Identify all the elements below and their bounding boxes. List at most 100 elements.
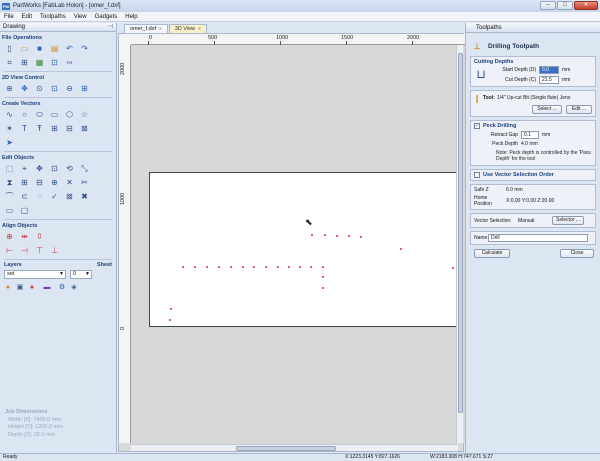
close-vector-icon[interactable]: ◌ <box>34 191 45 202</box>
draw-rectangle-icon[interactable]: ▭ <box>49 109 60 120</box>
fillet-icon[interactable]: ⊠ <box>79 123 90 134</box>
smooth-icon[interactable]: ⊂ <box>19 191 30 202</box>
open-file-icon[interactable]: ▭ <box>19 43 30 54</box>
drill-point[interactable] <box>452 267 454 269</box>
curve-fit-icon[interactable]: ➤ <box>4 137 15 148</box>
drill-point[interactable] <box>277 266 279 268</box>
fillet-edit-icon[interactable]: ⌒ <box>4 191 15 202</box>
tab-3d-view[interactable]: 3D View x <box>168 24 207 33</box>
delete-icon[interactable]: ✖ <box>79 191 90 202</box>
zoom-all-icon[interactable]: ⊕ <box>4 83 15 94</box>
zoom-material-icon[interactable]: ⊞ <box>79 83 90 94</box>
menu-file[interactable]: File <box>4 14 14 20</box>
redo-icon[interactable]: ↷ <box>79 43 90 54</box>
horizontal-scrollbar[interactable] <box>131 444 458 451</box>
drill-point[interactable] <box>194 266 196 268</box>
scroll-thumb[interactable] <box>458 53 463 413</box>
edit-tool-button[interactable]: Edit ... <box>566 105 592 114</box>
save-icon[interactable]: ■ <box>34 43 45 54</box>
drill-point[interactable] <box>336 235 338 237</box>
weld-icon[interactable]: ⊕ <box>49 177 60 188</box>
drill-point[interactable] <box>299 266 301 268</box>
job-setup-icon[interactable]: ⌗ <box>4 57 15 68</box>
drill-point[interactable] <box>230 266 232 268</box>
node-edit-icon[interactable]: ⌖ <box>19 163 30 174</box>
drill-point[interactable] <box>310 266 312 268</box>
check-icon[interactable]: ✓ <box>49 191 60 202</box>
drill-point[interactable] <box>360 236 362 238</box>
draw-polygon-icon[interactable]: ⬡ <box>64 109 75 120</box>
drill-point[interactable] <box>169 319 171 321</box>
menu-gadgets[interactable]: Gadgets <box>95 14 118 20</box>
zoom-in-icon[interactable]: ⊙ <box>34 83 45 94</box>
align-bottom-icon[interactable]: ⊥ <box>49 245 60 256</box>
draw-star-icon[interactable]: ☆ <box>79 109 90 120</box>
drill-point[interactable] <box>182 266 184 268</box>
trim-icon[interactable]: ✕ <box>64 177 75 188</box>
text-on-curve-icon[interactable]: Ŧ <box>34 123 45 134</box>
calculate-button[interactable]: Calculate <box>474 249 510 258</box>
select-tool-button[interactable]: Select ... <box>532 105 562 114</box>
mirror-icon[interactable]: ⧗ <box>4 177 15 188</box>
draw-arc-icon[interactable]: ✶ <box>4 123 15 134</box>
draw-ellipse-icon[interactable]: ⬭ <box>34 109 45 120</box>
join-icon[interactable]: ∾ <box>64 57 75 68</box>
menu-toolpaths[interactable]: Toolpaths <box>40 14 66 20</box>
lock-icon[interactable]: ▣ <box>16 282 24 293</box>
vector-order-checkbox[interactable] <box>474 172 480 178</box>
maximize-button[interactable]: □ <box>557 1 573 10</box>
align-right-icon[interactable]: ⊣ <box>19 245 30 256</box>
extend-icon[interactable]: ✂ <box>79 177 90 188</box>
start-depth-input[interactable]: 0.0 <box>539 66 559 74</box>
sheet-select[interactable]: 0 ▼ <box>70 270 92 279</box>
close-icon[interactable]: x <box>198 26 201 32</box>
layer-select[interactable]: set ▼ <box>4 270 66 279</box>
rotate-icon[interactable]: ⟲ <box>64 163 75 174</box>
array-icon[interactable]: ⊠ <box>64 191 75 202</box>
drill-point[interactable] <box>311 234 313 236</box>
drill-point[interactable] <box>170 308 172 310</box>
selector-button[interactable]: Selector ... <box>552 216 584 225</box>
cut-depth-input[interactable]: 21.5 <box>539 76 559 84</box>
drill-point[interactable] <box>322 276 324 278</box>
dimension-icon[interactable]: ⊞ <box>49 123 60 134</box>
drill-point[interactable] <box>400 248 402 250</box>
menu-edit[interactable]: Edit <box>22 14 32 20</box>
menu-view[interactable]: View <box>74 14 87 20</box>
drill-point[interactable] <box>218 266 220 268</box>
draw-line-icon[interactable]: ∿ <box>4 109 15 120</box>
zoom-out-icon[interactable]: ⊖ <box>64 83 75 94</box>
vertical-scrollbar[interactable] <box>456 45 463 443</box>
align-vertical-icon[interactable]: ⇳ <box>34 231 45 242</box>
tab-omer-dxf[interactable]: omer_f.dxf x <box>124 24 168 33</box>
draw-circle-icon[interactable]: ○ <box>19 109 30 120</box>
align-import-icon[interactable]: ⊞ <box>19 57 30 68</box>
retract-gap-input[interactable]: 0.1 <box>521 131 539 139</box>
sheet-add-icon[interactable]: ◈ <box>70 282 78 293</box>
drawing-view[interactable]: 0 500 1000 1500 2000 2000 1000 0 ⬉ <box>118 33 465 452</box>
layer-color-icon[interactable]: ● <box>28 282 36 293</box>
offset-icon[interactable]: ⊟ <box>64 123 75 134</box>
align-top-icon[interactable]: ⊤ <box>34 245 45 256</box>
boundary-icon[interactable]: ▢ <box>19 205 30 216</box>
drill-point[interactable] <box>324 234 326 236</box>
align-left-icon[interactable]: ⊢ <box>4 245 15 256</box>
close-button[interactable]: Close <box>560 249 594 258</box>
align-center-icon[interactable]: ⊕ <box>4 231 15 242</box>
set-size-icon[interactable]: ⊡ <box>49 163 60 174</box>
new-file-icon[interactable]: ▯ <box>4 43 15 54</box>
drawing-canvas[interactable]: ⬉ <box>131 45 465 443</box>
align-horizontal-icon[interactable]: ⇹ <box>19 231 30 242</box>
scroll-thumb[interactable] <box>236 446 336 451</box>
menu-help[interactable]: Help <box>125 14 137 20</box>
close-window-button[interactable]: ✕ <box>574 1 598 10</box>
zoom-box-icon[interactable]: ⊡ <box>49 83 60 94</box>
pan-icon[interactable]: ✥ <box>19 83 30 94</box>
material-icon[interactable]: ▦ <box>34 57 45 68</box>
move-icon[interactable]: ✥ <box>34 163 45 174</box>
group-icon[interactable]: ⊞ <box>19 177 30 188</box>
select-icon[interactable]: ⬚ <box>4 163 15 174</box>
peck-drilling-checkbox[interactable]: ✓ <box>474 123 480 129</box>
close-icon[interactable]: x <box>159 26 162 32</box>
pin-icon[interactable]: ⊣ <box>108 23 113 32</box>
